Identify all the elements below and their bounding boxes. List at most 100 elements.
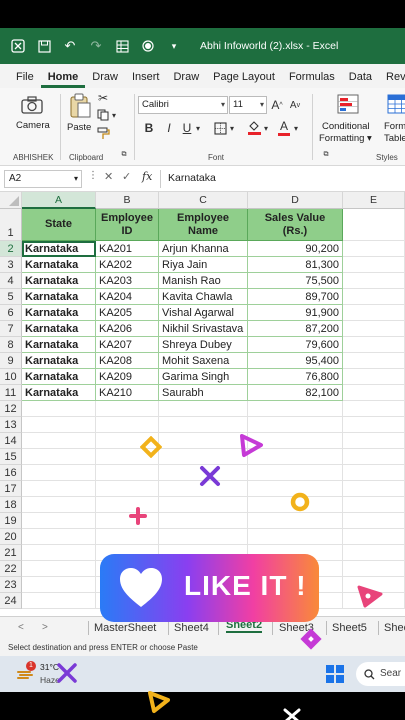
empty-cell[interactable] — [22, 497, 96, 513]
empty-cell[interactable] — [343, 417, 405, 433]
tab-insert[interactable]: Insert — [125, 71, 167, 88]
tab-data[interactable]: Data — [342, 71, 379, 88]
table-cell[interactable]: Mohit Saxena — [159, 353, 248, 369]
save-icon[interactable] — [36, 38, 52, 54]
empty-cell[interactable] — [22, 433, 96, 449]
empty-cell[interactable] — [248, 529, 343, 545]
empty-cell[interactable] — [22, 465, 96, 481]
table-cell[interactable]: Karnataka — [22, 337, 96, 353]
windows-start-icon[interactable] — [326, 665, 344, 683]
row-header[interactable]: 9 — [0, 353, 22, 369]
table-header-cell[interactable]: Employee Name — [159, 209, 248, 241]
table-cell[interactable]: KA204 — [96, 289, 159, 305]
camera-icon[interactable] — [20, 94, 44, 116]
column-header-e[interactable]: E — [343, 192, 405, 209]
empty-cell[interactable] — [22, 593, 96, 609]
spreadsheet-grid[interactable]: A B C D E 1 2 3 4 5 6 7 8 9 10 11 12 13 14 15 16 17 18 19 20 21 22… — [0, 192, 405, 616]
borders-dropdown-icon[interactable]: ▾ — [228, 120, 236, 136]
row-header[interactable]: 16 — [0, 465, 22, 481]
font-size-select[interactable]: 11 ▾ — [229, 96, 267, 114]
table-cell[interactable]: 82,100 — [248, 385, 343, 401]
sheet-tab-sheet4[interactable]: Sheet4 — [174, 622, 209, 634]
empty-cell[interactable] — [343, 497, 405, 513]
table-cell[interactable]: 75,500 — [248, 273, 343, 289]
font-name-select[interactable]: Calibri ▾ — [138, 96, 228, 114]
camera-label[interactable]: Camera — [16, 120, 50, 131]
empty-cell[interactable] — [22, 529, 96, 545]
empty-cell[interactable] — [159, 401, 248, 417]
borders-icon[interactable] — [212, 120, 228, 136]
bold-button[interactable]: B — [142, 120, 156, 136]
empty-cell[interactable] — [248, 401, 343, 417]
excel-app-icon[interactable] — [10, 38, 26, 54]
insert-function-icon[interactable]: fx — [142, 170, 152, 183]
copy-icon[interactable] — [96, 108, 110, 122]
tab-review[interactable]: Revie — [379, 71, 405, 88]
empty-cell[interactable] — [343, 369, 405, 385]
cut-icon[interactable]: ✂ — [96, 91, 110, 105]
empty-cell[interactable] — [22, 449, 96, 465]
empty-cell[interactable] — [343, 481, 405, 497]
empty-cell[interactable] — [159, 497, 248, 513]
table-cell[interactable]: 91,900 — [248, 305, 343, 321]
more-dots-icon[interactable]: ⋮ — [88, 170, 98, 181]
format-table-label-2[interactable]: Table — [384, 133, 405, 144]
customize-toolbar-icon[interactable]: ▾ — [166, 38, 182, 54]
row-header[interactable]: 17 — [0, 481, 22, 497]
table-cell[interactable]: KA209 — [96, 369, 159, 385]
empty-cell[interactable] — [96, 401, 159, 417]
sheet-tab-more[interactable]: Shee — [384, 622, 405, 634]
empty-cell[interactable] — [343, 321, 405, 337]
table-header-cell[interactable]: State — [22, 209, 96, 241]
paste-label[interactable]: Paste — [67, 122, 91, 133]
tab-page-layout[interactable]: Page Layout — [206, 71, 282, 88]
sheet-tab-mastersheet[interactable]: MasterSheet — [94, 622, 156, 634]
table-cell[interactable]: Karnataka — [22, 273, 96, 289]
empty-cell[interactable] — [96, 465, 159, 481]
empty-cell[interactable] — [343, 241, 405, 257]
active-cell[interactable]: Karnataka — [22, 241, 96, 257]
row-header[interactable]: 14 — [0, 433, 22, 449]
table-cell[interactable]: KA208 — [96, 353, 159, 369]
empty-cell[interactable] — [343, 353, 405, 369]
table-cell[interactable]: Karnataka — [22, 257, 96, 273]
table-cell[interactable]: Karnataka — [22, 305, 96, 321]
empty-cell[interactable] — [343, 305, 405, 321]
row-header[interactable]: 20 — [0, 529, 22, 545]
empty-cell[interactable] — [22, 481, 96, 497]
table-cell[interactable]: KA203 — [96, 273, 159, 289]
row-header[interactable]: 19 — [0, 513, 22, 529]
row-header[interactable]: 5 — [0, 289, 22, 305]
empty-cell[interactable] — [159, 449, 248, 465]
table-cell[interactable]: 89,700 — [248, 289, 343, 305]
table-cell[interactable]: Karnataka — [22, 369, 96, 385]
empty-cell[interactable] — [343, 289, 405, 305]
italic-button[interactable]: I — [162, 120, 176, 136]
column-header-d[interactable]: D — [248, 192, 343, 209]
table-cell[interactable]: Karnataka — [22, 321, 96, 337]
row-header[interactable]: 7 — [0, 321, 22, 337]
table-cell[interactable]: KA206 — [96, 321, 159, 337]
empty-cell[interactable] — [343, 337, 405, 353]
row-header[interactable]: 23 — [0, 577, 22, 593]
row-header[interactable]: 11 — [0, 385, 22, 401]
empty-cell[interactable] — [343, 545, 405, 561]
empty-cell[interactable] — [343, 401, 405, 417]
empty-cell[interactable] — [343, 209, 405, 241]
empty-cell[interactable] — [22, 577, 96, 593]
prev-sheet-icon[interactable]: < — [18, 622, 24, 633]
copy-dropdown-icon[interactable]: ▾ — [110, 108, 118, 122]
table-cell[interactable]: KA205 — [96, 305, 159, 321]
table-cell[interactable]: 95,400 — [248, 353, 343, 369]
conditional-formatting-label-2[interactable]: Formatting ▾ — [319, 133, 372, 144]
empty-cell[interactable] — [343, 561, 405, 577]
table-cell[interactable]: Karnataka — [22, 385, 96, 401]
table-cell[interactable]: Manish Rao — [159, 273, 248, 289]
empty-cell[interactable] — [22, 561, 96, 577]
tab-draw-2[interactable]: Draw — [166, 71, 206, 88]
table-cell[interactable]: Karnataka — [22, 289, 96, 305]
row-header[interactable]: 18 — [0, 497, 22, 513]
row-header[interactable]: 12 — [0, 401, 22, 417]
tab-home[interactable]: Home — [40, 71, 86, 88]
format-table-label-1[interactable]: Format — [384, 121, 405, 132]
